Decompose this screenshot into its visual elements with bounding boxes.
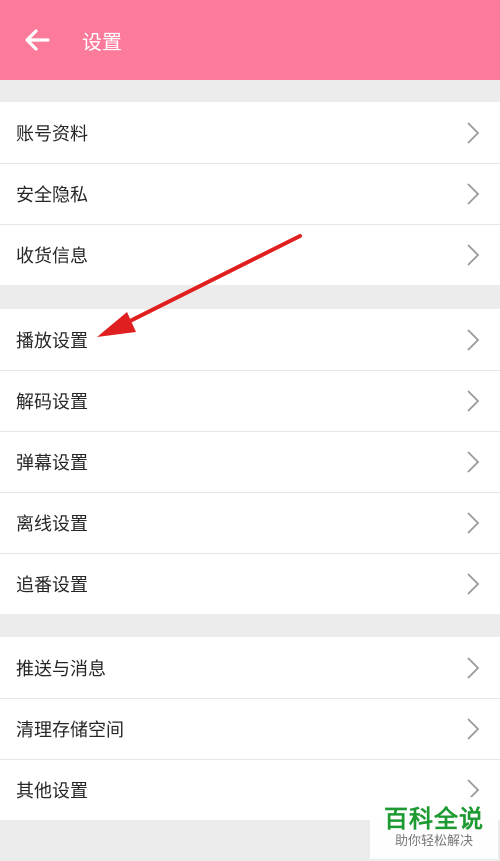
chevron-right-icon xyxy=(467,328,480,351)
settings-item-label: 推送与消息 xyxy=(16,658,106,680)
settings-item-label: 弹幕设置 xyxy=(16,452,88,474)
watermark-logo: 百科全说 助你轻松解决 xyxy=(370,797,498,859)
settings-item-playback[interactable]: 播放设置 xyxy=(0,309,500,370)
chevron-right-icon xyxy=(467,450,480,473)
watermark-title: 百科全说 xyxy=(384,805,484,833)
settings-item-push-messages[interactable]: 推送与消息 xyxy=(0,637,500,698)
settings-item-label: 解码设置 xyxy=(16,391,88,413)
chevron-right-icon xyxy=(467,389,480,412)
settings-item-label: 追番设置 xyxy=(16,574,88,596)
chevron-right-icon xyxy=(467,243,480,266)
settings-item-decoding[interactable]: 解码设置 xyxy=(0,370,500,431)
settings-item-label: 清理存储空间 xyxy=(16,719,124,741)
chevron-right-icon xyxy=(467,717,480,740)
chevron-right-icon xyxy=(467,656,480,679)
settings-item-follow-series[interactable]: 追番设置 xyxy=(0,553,500,614)
chevron-right-icon xyxy=(467,182,480,205)
settings-item-label: 账号资料 xyxy=(16,123,88,145)
settings-group-playback: 播放设置 解码设置 弹幕设置 离线设置 追番设置 xyxy=(0,309,500,614)
chevron-right-icon xyxy=(467,511,480,534)
settings-group-account: 账号资料 安全隐私 收货信息 xyxy=(0,102,500,285)
settings-item-danmaku[interactable]: 弹幕设置 xyxy=(0,431,500,492)
chevron-right-icon xyxy=(467,572,480,595)
chevron-right-icon xyxy=(467,121,480,144)
settings-item-account-profile[interactable]: 账号资料 xyxy=(0,102,500,163)
page-title: 设置 xyxy=(82,29,122,54)
settings-item-label: 其他设置 xyxy=(16,780,88,802)
settings-item-label: 播放设置 xyxy=(16,330,88,352)
settings-item-shipping-info[interactable]: 收货信息 xyxy=(0,224,500,285)
arrow-left-icon xyxy=(25,29,50,51)
watermark-subtitle: 助你轻松解决 xyxy=(394,834,473,849)
settings-group-other: 推送与消息 清理存储空间 其他设置 xyxy=(0,637,500,820)
settings-item-offline[interactable]: 离线设置 xyxy=(0,492,500,553)
back-button[interactable] xyxy=(22,25,52,55)
app-header: 设置 xyxy=(0,0,500,80)
settings-item-label: 收货信息 xyxy=(16,245,88,267)
settings-item-label: 离线设置 xyxy=(16,513,88,535)
settings-item-label: 安全隐私 xyxy=(16,184,88,206)
settings-item-clear-storage[interactable]: 清理存储空间 xyxy=(0,698,500,759)
settings-item-security-privacy[interactable]: 安全隐私 xyxy=(0,163,500,224)
